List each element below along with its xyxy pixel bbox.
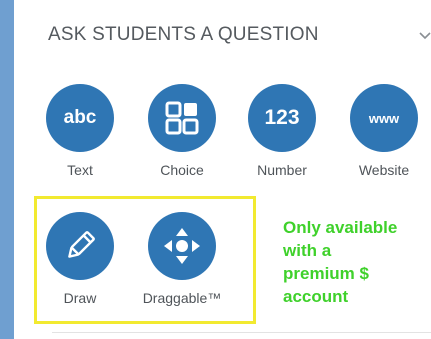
choice-grid-icon	[148, 84, 216, 152]
tool-website-label: Website	[358, 162, 410, 178]
tool-choice-button[interactable]: Choice	[140, 84, 224, 194]
tool-text-button[interactable]: abc Text	[38, 84, 122, 194]
chevron-down-icon[interactable]	[415, 27, 431, 45]
text-icon: abc	[46, 84, 114, 152]
premium-note: Only available with a premium $ account	[283, 218, 398, 306]
tool-text-label: Text	[67, 162, 93, 178]
tool-choice-label: Choice	[160, 162, 204, 178]
premium-highlight-box	[34, 196, 256, 324]
tool-number-label: Number	[257, 162, 307, 178]
tool-number-button[interactable]: 123 Number	[240, 84, 324, 194]
website-icon: www	[350, 84, 418, 152]
question-panel: ASK STUDENTS A QUESTION abc Text Choice …	[14, 0, 431, 339]
panel-title: ASK STUDENTS A QUESTION	[48, 24, 319, 45]
divider	[52, 332, 431, 333]
number-icon: 123	[248, 84, 316, 152]
tool-website-button[interactable]: www Website	[342, 84, 426, 194]
